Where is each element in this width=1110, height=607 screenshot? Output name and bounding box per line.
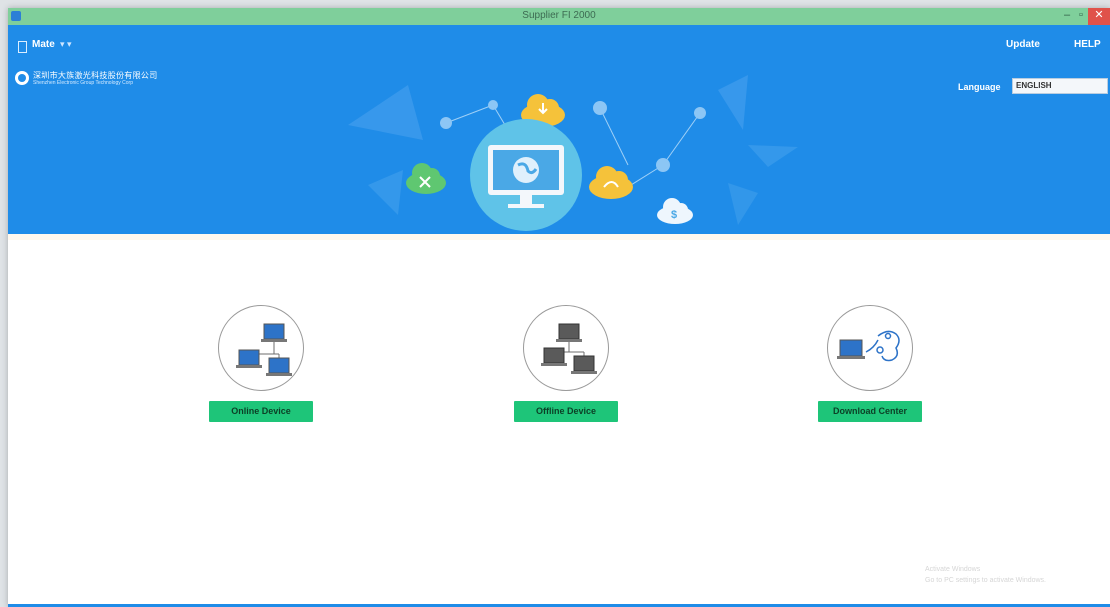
watermark-line-2: Go to PC settings to activate Windows. — [925, 577, 1046, 584]
window-controls: – ▫ ✕ — [1060, 8, 1110, 25]
node-dot — [656, 158, 670, 172]
header-banner: Mate ▾ ▾ Update HELP 深圳市大族激光科技股份有限公司 She… — [8, 25, 1110, 234]
company-subtitle: Shenzhen Electronic Group Technology Cor… — [33, 80, 133, 86]
offline-device-button[interactable]: Offline Device — [514, 401, 618, 422]
download-center-button[interactable]: Download Center — [818, 401, 922, 422]
banner-divider — [8, 234, 1110, 240]
minimize-button[interactable]: – — [1060, 8, 1074, 25]
app-window: Supplier FI 2000 – ▫ ✕ Mate ▾ ▾ Update H… — [8, 8, 1110, 607]
offline-device-option: Offline Device — [514, 305, 618, 422]
download-center-option: Download Center — [818, 305, 922, 422]
watermark-line-1: Activate Windows — [925, 566, 981, 573]
triangle-shape — [728, 183, 758, 225]
node-dot — [593, 101, 607, 115]
monitor-globe-icon — [470, 119, 582, 231]
help-link[interactable]: HELP — [1074, 39, 1101, 50]
window-title: Supplier FI 2000 — [522, 10, 596, 21]
node-dot — [488, 100, 498, 110]
user-menu[interactable]: Mate — [32, 39, 55, 50]
maximize-button[interactable]: ▫ — [1074, 8, 1088, 25]
online-device-button[interactable]: Online Device — [209, 401, 313, 422]
triangle-shape — [368, 170, 403, 215]
chevron-down-icon[interactable]: ▾ ▾ — [60, 39, 72, 50]
svg-text:$: $ — [671, 209, 677, 221]
update-link[interactable]: Update — [1006, 39, 1040, 50]
settings-cloud-icon — [406, 163, 446, 194]
online-network-icon[interactable] — [218, 305, 304, 391]
close-button[interactable]: ✕ — [1088, 8, 1110, 25]
menu-icon[interactable] — [18, 41, 27, 53]
node-dot — [694, 107, 706, 119]
link-cloud-icon — [589, 166, 633, 199]
dollar-cloud-icon: $ — [657, 198, 693, 224]
cloud-network-illustration: $ — [348, 75, 798, 231]
activation-watermark: Activate Windows Go to PC settings to ac… — [925, 564, 1046, 586]
triangle-shape — [748, 145, 798, 167]
node-dot — [440, 117, 452, 129]
offline-network-icon[interactable] — [523, 305, 609, 391]
language-select[interactable]: ENGLISH — [1012, 78, 1108, 94]
online-device-option: Online Device — [209, 305, 313, 422]
download-center-icon[interactable] — [827, 305, 913, 391]
triangle-shape — [718, 75, 748, 130]
title-bar: Supplier FI 2000 – ▫ ✕ — [8, 8, 1110, 25]
company-logo-icon — [15, 71, 29, 85]
language-label: Language — [958, 82, 1001, 92]
triangle-shape — [348, 85, 423, 140]
